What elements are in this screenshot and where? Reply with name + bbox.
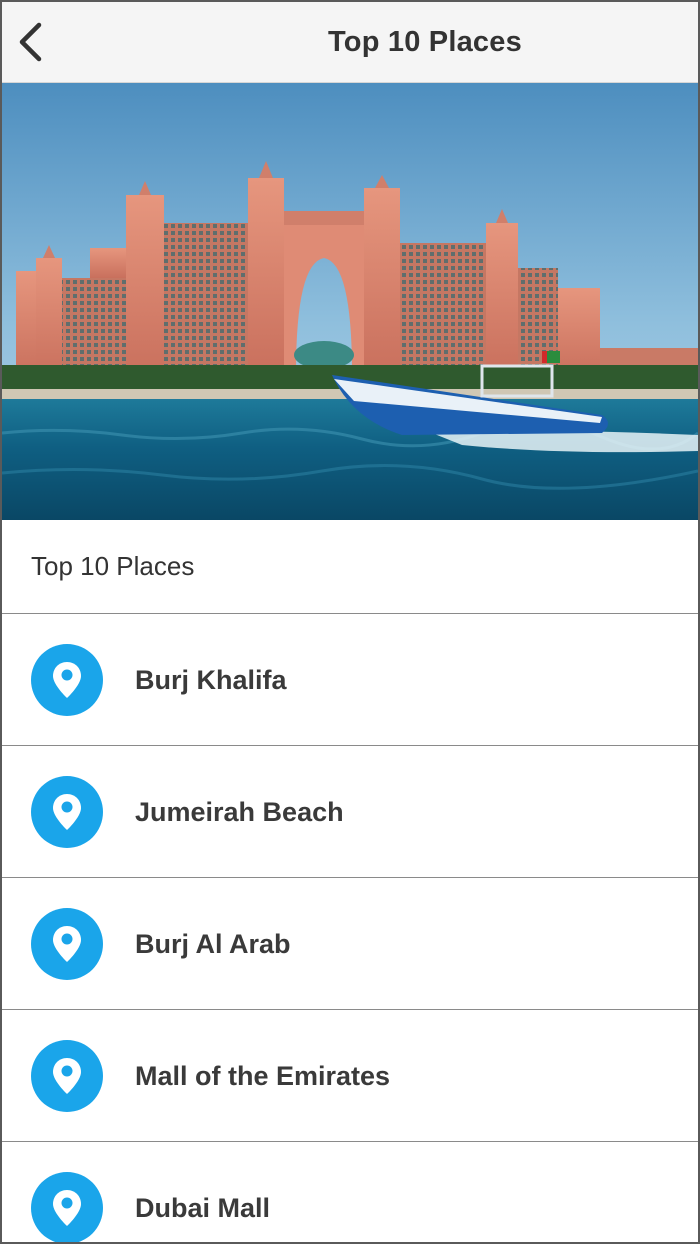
list-item[interactable]: Burj Al Arab (2, 878, 698, 1010)
map-pin-icon (31, 908, 103, 980)
list-item-label: Burj Al Arab (135, 928, 291, 959)
list-item-label: Mall of the Emirates (135, 1060, 391, 1091)
map-pin-icon (31, 776, 103, 848)
list-item-label: Dubai Mall (135, 1192, 271, 1223)
list-item-label: Burj Khalifa (135, 664, 287, 695)
page-title: Top 10 Places (328, 25, 522, 58)
map-pin-icon (31, 1172, 103, 1242)
map-pin-icon (31, 1040, 103, 1112)
map-pin-icon (31, 644, 103, 716)
list-item[interactable]: Burj Khalifa (2, 614, 698, 746)
app-screen: Top 10 Places Top 10 Places Burj Khalifa… (0, 0, 700, 1244)
hero-image (2, 83, 698, 520)
list-item[interactable]: Dubai Mall (2, 1142, 698, 1242)
section-title: Top 10 Places (2, 520, 698, 614)
list-item[interactable]: Mall of the Emirates (2, 1010, 698, 1142)
list-item[interactable]: Jumeirah Beach (2, 746, 698, 878)
navigation-bar: Top 10 Places (2, 2, 698, 83)
places-list: Burj Khalifa Jumeirah Beach Burj Al Arab (2, 614, 698, 1242)
list-item-label: Jumeirah Beach (135, 796, 344, 827)
